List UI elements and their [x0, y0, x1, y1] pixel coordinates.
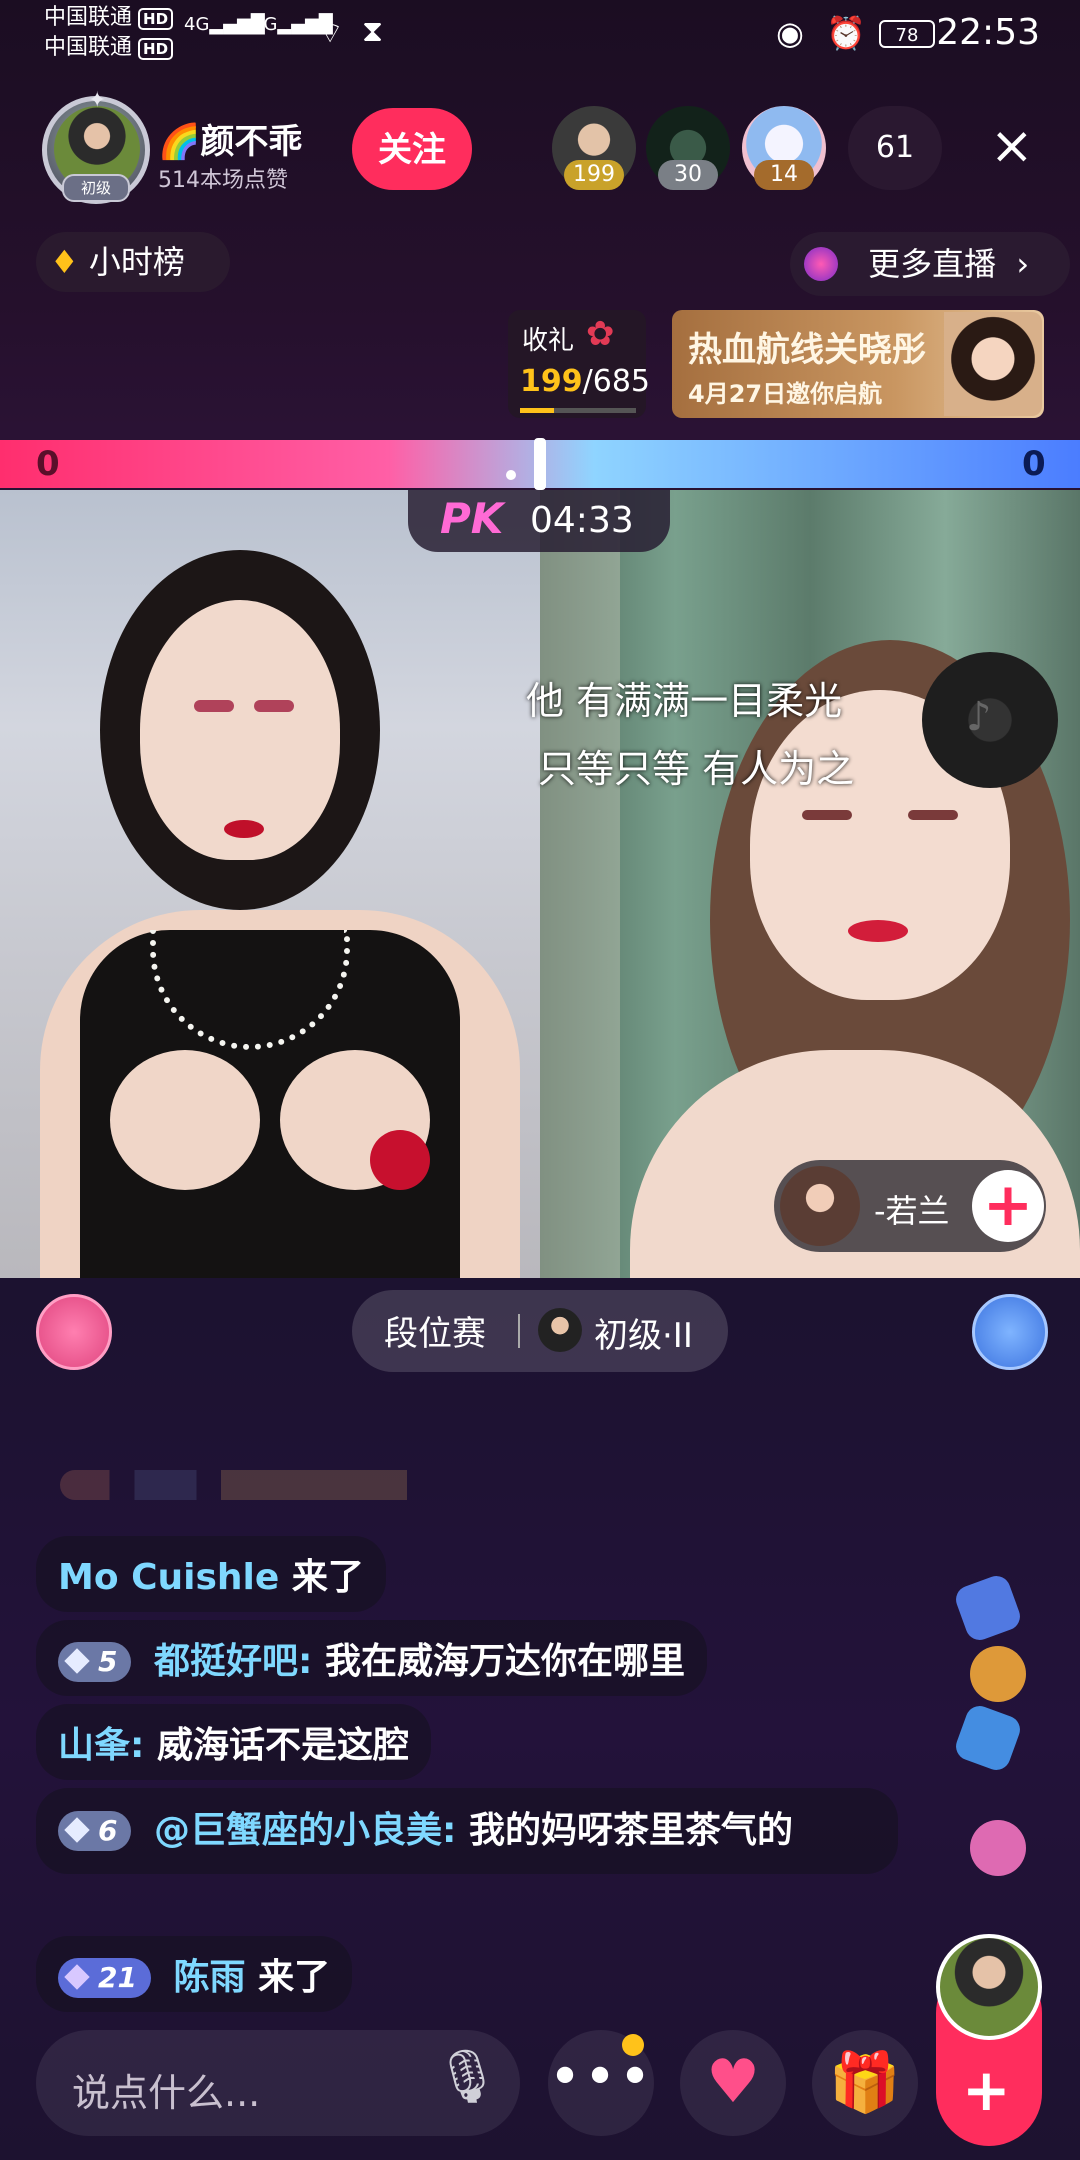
host-level-badge: 初级 — [62, 174, 130, 202]
more-live-button[interactable]: 更多直播 › — [790, 232, 1070, 296]
clock: 22:53 — [936, 12, 1040, 53]
like-button[interactable]: ♥ — [680, 2030, 786, 2136]
pk-countdown: 04:33 — [530, 500, 634, 541]
rank-match-title: 段位赛 — [384, 1314, 486, 1354]
chat-text: 我的妈呀茶里茶气的 — [468, 1810, 793, 1851]
chat-message[interactable]: 山夆: 威海话不是这腔 — [36, 1704, 431, 1780]
rose-icon: ✿ — [586, 314, 615, 354]
host-name[interactable]: 🌈颜不乖 — [158, 114, 302, 163]
plus-icon: + — [962, 2056, 1011, 2124]
pk-spark-icon — [506, 470, 516, 480]
eye-icon: ◉ — [776, 14, 804, 52]
alarm-icon: ⏰ — [826, 14, 866, 52]
chat-nick[interactable]: Mo Cuishle — [58, 1557, 279, 1598]
like-animation — [952, 1550, 1036, 1930]
left-seat-icon[interactable] — [36, 1294, 112, 1370]
top-viewer-count: 199 — [564, 160, 624, 190]
opponent-avatar[interactable] — [780, 1166, 860, 1246]
host-likes: 514本场点赞 — [158, 168, 288, 193]
rank-avatar — [538, 1308, 582, 1352]
opponent-name: -若兰 — [874, 1192, 950, 1230]
gift-progress-fill — [520, 408, 554, 413]
user-level-badge: 21 — [58, 1958, 151, 1998]
music-note-icon: ♪ — [966, 694, 992, 740]
chat-message[interactable]: 5 都挺好吧: 我在威海万达你在哪里 — [36, 1620, 707, 1696]
chat-message[interactable]: Mo Cuishle 来了 — [36, 1536, 386, 1612]
chat-nick[interactable]: 山夆: — [58, 1725, 144, 1766]
flame-icon: ♦ — [50, 243, 79, 281]
more-live-label: 更多直播 — [868, 245, 997, 283]
chat-text: 来了 — [291, 1557, 364, 1598]
chat-nick[interactable]: 都挺好吧: — [154, 1641, 312, 1682]
gift-icon: 🎁 — [828, 2048, 902, 2116]
banner-title: 热血航线关晓彤 — [688, 330, 926, 370]
right-seat-icon[interactable] — [972, 1294, 1048, 1370]
battery-icon: 78 — [879, 20, 935, 48]
chat-nick[interactable]: @巨蟹座的小良美: — [154, 1810, 456, 1851]
live-orb-icon — [804, 247, 838, 281]
carrier-1: 中国联通 HD — [44, 4, 174, 32]
chat-input-placeholder[interactable]: 说点什么... — [72, 2062, 260, 2117]
follow-opponent-button[interactable]: + — [972, 1170, 1044, 1242]
user-level-badge: 6 — [58, 1811, 132, 1851]
microphone-icon[interactable]: 🎙 — [434, 2046, 500, 2107]
rank-level: 初级·II — [594, 1316, 693, 1356]
chat-text: 我在威海万达你在哪里 — [324, 1641, 685, 1682]
pk-logo-icon: PK — [440, 494, 504, 543]
faded-chat-row — [60, 1470, 680, 1500]
host-video[interactable] — [0, 490, 540, 1278]
top-viewer-count: 14 — [754, 160, 814, 190]
divider — [518, 1314, 520, 1348]
chat-message[interactable]: 21 陈雨 来了 — [36, 1936, 353, 2012]
pk-divider — [534, 438, 546, 490]
chat-text: 来了 — [258, 1957, 331, 1998]
pk-right-score: 0 — [1022, 444, 1046, 484]
gift-button[interactable]: 🎁 — [812, 2030, 918, 2136]
hour-rank-button[interactable]: ♦ 小时榜 — [36, 232, 230, 292]
gift-label: 收礼 — [522, 326, 575, 356]
hourglass-icon: ⧗ — [362, 14, 384, 49]
banner-subtitle: 4月27日邀你启航 — [688, 380, 883, 408]
top-viewer-count: 30 — [658, 160, 718, 190]
user-avatar[interactable] — [936, 1934, 1042, 2040]
notification-dot — [622, 2034, 644, 2056]
banner-portrait — [944, 312, 1042, 416]
carrier-2: 中国联通 HD — [44, 34, 174, 62]
lyric-line: 他 有满满一目柔光 — [526, 679, 843, 723]
user-level-badge: 5 — [58, 1642, 132, 1682]
chat-message[interactable]: 6 @巨蟹座的小良美: 我的妈呀茶里茶气的 — [36, 1788, 898, 1874]
hour-rank-label: 小时榜 — [88, 243, 185, 281]
heart-icon: ♥ — [706, 2047, 760, 2117]
pk-left-score: 0 — [36, 444, 60, 484]
chat-text: 威海话不是这腔 — [156, 1725, 409, 1766]
chevron-right-icon: › — [1016, 245, 1030, 283]
star-icon: ✦ — [88, 88, 107, 113]
gift-count: 199/685 — [520, 364, 650, 399]
follow-button[interactable]: 关注 — [352, 108, 472, 190]
online-count[interactable]: 61 — [848, 106, 942, 190]
lyric-line: 只等只等 有人为之 — [538, 747, 855, 791]
close-icon[interactable]: × — [990, 116, 1034, 176]
wifi-icon: ⌔ — [316, 16, 345, 51]
chat-nick[interactable]: 陈雨 — [174, 1957, 246, 1998]
status-bar: 中国联通 HD 中国联通 HD 4G▂▄▆█ 4G▂▄▆█ ⌔ ⧗ ◉ ⏰ 78 2… — [0, 0, 1080, 70]
